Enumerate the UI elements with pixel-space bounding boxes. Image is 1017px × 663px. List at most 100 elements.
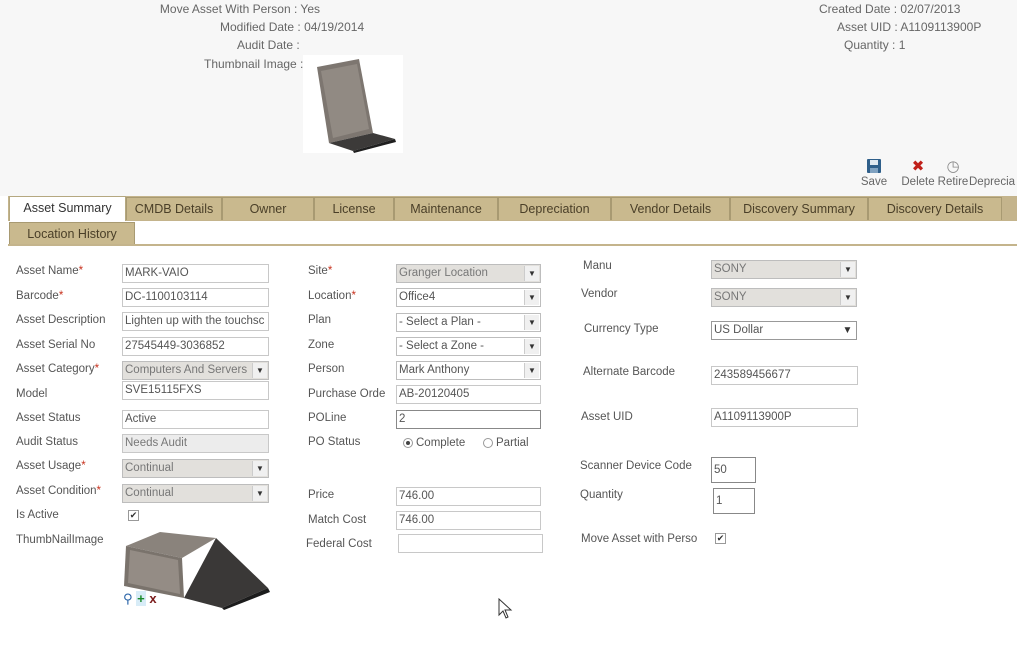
is-active-checkbox[interactable]: ✔ (128, 510, 139, 521)
tab-location-history[interactable]: Location History (9, 222, 135, 244)
asset-header-panel: Move Asset With Person : Yes Modified Da… (0, 0, 1017, 196)
header-quantity: Quantity : 1 (844, 38, 905, 52)
asset-usage-select[interactable]: Continual ▼ (122, 459, 269, 478)
tab-cmdb-details[interactable]: CMDB Details (126, 197, 222, 220)
person-select[interactable]: Mark Anthony ▼ (396, 361, 541, 380)
asset-status-label: Asset Status (16, 412, 81, 424)
required-marker: * (94, 363, 100, 375)
alternate-barcode-input[interactable]: 243589456677 (711, 366, 858, 385)
location-select[interactable]: Office4 ▼ (396, 288, 541, 307)
tab-vendor-details[interactable]: Vendor Details (611, 197, 730, 220)
header-label: Asset UID : (837, 20, 898, 34)
is-active-label: Is Active (16, 509, 59, 521)
currency-type-select[interactable]: US Dollar ▼ (711, 321, 857, 340)
poline-label: POLine (308, 412, 347, 424)
asset-description-label: Asset Description (16, 314, 106, 326)
manu-select[interactable]: SONY ▼ (711, 260, 857, 279)
header-label: Modified Date : (220, 20, 301, 34)
depreciate-button[interactable]: Deprecia (969, 158, 1017, 188)
depreciate-label: Deprecia (969, 176, 1016, 188)
barcode-input[interactable]: DC-1100103114 (122, 288, 269, 307)
poline-input[interactable]: 2 (396, 410, 541, 429)
mouse-cursor-icon (498, 597, 514, 623)
asset-uid-input[interactable]: A1109113900P (711, 408, 858, 427)
tab-bar: Asset Summary CMDB Details Owner License… (8, 196, 1017, 221)
header-modified-date: Modified Date : 04/19/2014 (220, 20, 364, 34)
label-text: Barcode (16, 290, 59, 302)
po-status-complete-radio[interactable] (403, 438, 413, 448)
thumbnail-actions: ⚲ + x (123, 591, 157, 607)
dropdown-arrow-icon: ▼ (524, 290, 539, 305)
purchase-order-input[interactable]: AB-20120405 (396, 385, 541, 404)
tab-license[interactable]: License (314, 197, 394, 220)
match-cost-input[interactable]: 746.00 (396, 511, 541, 530)
asset-category-label: Asset Category* (16, 363, 99, 375)
retire-button[interactable]: ◷ Retire (936, 158, 970, 188)
label-text: Site (308, 265, 328, 277)
scanner-device-code-input[interactable]: 50 (711, 457, 756, 483)
po-status-partial-label: Partial (496, 437, 529, 449)
header-label: Thumbnail Image : (204, 57, 304, 71)
add-icon[interactable]: + (136, 591, 146, 606)
model-label: Model (16, 388, 48, 400)
asset-category-select[interactable]: Computers And Servers ▼ (122, 361, 269, 380)
header-value: Yes (300, 2, 320, 16)
label-text: Asset Condition (16, 485, 97, 497)
required-marker: * (327, 265, 333, 277)
tab-asset-summary[interactable]: Asset Summary (9, 196, 126, 221)
plan-label: Plan (308, 314, 332, 326)
tab-depreciation[interactable]: Depreciation (498, 197, 611, 220)
federal-cost-input[interactable] (398, 534, 543, 553)
po-status-label: PO Status (308, 436, 361, 448)
barcode-label: Barcode* (16, 290, 63, 302)
asset-condition-select[interactable]: Continual ▼ (122, 484, 269, 503)
delete-image-icon[interactable]: x (149, 591, 156, 606)
select-value: SONY (714, 291, 747, 303)
plan-select[interactable]: - Select a Plan - ▼ (396, 313, 541, 332)
header-value: 1 (898, 38, 906, 52)
asset-name-input[interactable]: MARK-VAIO (122, 264, 269, 283)
site-label: Site* (308, 265, 332, 277)
tab-bar-row2: Location History (8, 222, 1017, 246)
laptop-image (317, 59, 396, 153)
label-text: Asset Name (16, 265, 79, 277)
zone-select[interactable]: - Select a Zone - ▼ (396, 337, 541, 356)
dropdown-arrow-icon: ▼ (524, 315, 539, 330)
asset-description-input[interactable]: Lighten up with the touchsc (122, 312, 269, 331)
thumbnail-label: ThumbNailImage (16, 534, 104, 546)
move-asset-checkbox[interactable]: ✔ (715, 533, 726, 544)
delete-button[interactable]: ✖ Delete (900, 158, 936, 188)
select-value: - Select a Plan - (399, 316, 481, 328)
asset-serial-label: Asset Serial No (16, 339, 96, 351)
vendor-select[interactable]: SONY ▼ (711, 288, 857, 307)
tab-owner[interactable]: Owner (222, 197, 314, 220)
asset-usage-label: Asset Usage* (16, 460, 86, 472)
vendor-label: Vendor (581, 288, 618, 300)
asset-status-input[interactable]: Active (122, 410, 269, 429)
tab-discovery-details[interactable]: Discovery Details (868, 197, 1002, 220)
save-button[interactable]: Save (860, 158, 888, 188)
asset-serial-input[interactable]: 27545449-3036852 (122, 337, 269, 356)
required-marker: * (81, 460, 86, 472)
zoom-icon[interactable]: ⚲ (123, 591, 133, 606)
select-value: Computers And Servers (125, 364, 248, 376)
model-input[interactable]: SVE15115FXS (122, 381, 269, 400)
dropdown-arrow-icon: ▼ (252, 461, 267, 476)
required-marker: * (96, 485, 102, 497)
po-status-partial-radio[interactable] (483, 438, 493, 448)
quantity-input[interactable]: 1 (713, 488, 755, 514)
manu-label: Manu (583, 260, 612, 272)
dropdown-arrow-icon: ▼ (840, 290, 855, 305)
label-text: Location (308, 290, 352, 302)
site-select[interactable]: Granger Location ▼ (396, 264, 541, 283)
retire-label: Retire (937, 176, 969, 188)
select-value: Continual (125, 487, 174, 499)
price-input[interactable]: 746.00 (396, 487, 541, 506)
header-audit-date: Audit Date : (237, 38, 300, 52)
tab-discovery-summary[interactable]: Discovery Summary (730, 197, 868, 220)
required-marker: * (351, 290, 356, 302)
delete-label: Delete (901, 176, 935, 188)
currency-type-label: Currency Type (584, 323, 659, 335)
select-value: Continual (125, 462, 174, 474)
tab-maintenance[interactable]: Maintenance (394, 197, 498, 220)
